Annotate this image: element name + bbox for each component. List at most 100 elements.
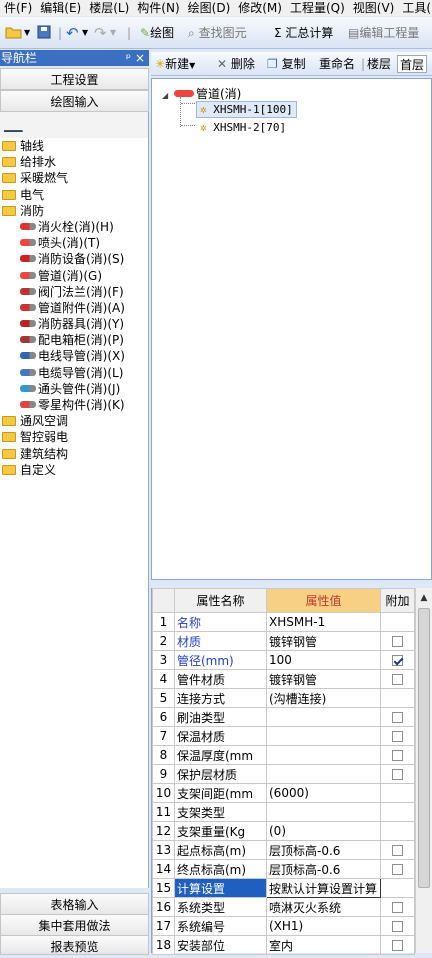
summary-calc-button[interactable]: Σ 汇总计算	[274, 24, 333, 42]
property-value[interactable]: (0)	[266, 821, 381, 841]
rename-component-button[interactable]: 重命名	[319, 55, 355, 73]
nav-tree-item[interactable]: 电缆导管(消)(L)	[0, 365, 148, 381]
table-input-button[interactable]: 表格输入	[0, 893, 149, 915]
nav-tree-item[interactable]: 管道附件(消)(A)	[0, 300, 148, 316]
checkbox[interactable]	[392, 712, 403, 723]
nav-category[interactable]: 电气	[0, 187, 148, 203]
checkbox[interactable]	[392, 750, 403, 761]
property-row[interactable]: 17 系统编号 (XH1)	[152, 916, 415, 936]
open-folder-icon[interactable]	[4, 24, 24, 42]
tree-item-selected[interactable]: ✲ XHSMH-1[100]	[196, 101, 297, 118]
tree-item[interactable]: ✲ XHSMH-2[70]	[196, 120, 290, 137]
nav-tree-item[interactable]: 通头管件(消)(J)	[0, 381, 148, 397]
nav-category[interactable]: 采暖燃气	[0, 170, 148, 186]
nav-category[interactable]: 给排水	[0, 154, 148, 170]
nav-category[interactable]: 智控弱电	[0, 429, 148, 445]
nav-category[interactable]: 消防	[0, 203, 148, 219]
undo-dropdown-icon[interactable]: ▼	[82, 24, 88, 42]
menu-item[interactable]: 件(F)	[0, 0, 36, 16]
menu-item[interactable]: 工程量(Q)	[286, 0, 349, 16]
checkbox[interactable]	[392, 636, 403, 647]
property-scrollbar[interactable]: ▲	[415, 588, 432, 953]
property-row[interactable]: 18 安装部位 室内	[152, 935, 415, 955]
property-value[interactable]: 镀锌钢管	[266, 669, 381, 689]
property-row[interactable]: 15 计算设置 按默认计算设置计算	[152, 878, 415, 898]
menu-item[interactable]: 修改(M)	[234, 0, 286, 16]
nav-tree-item[interactable]: 配电箱柜(消)(P)	[0, 332, 148, 348]
property-value[interactable]: 100	[266, 650, 381, 670]
dropdown-arrow-icon[interactable]: ▼	[24, 24, 30, 42]
property-value[interactable]: 层顶标高-0.6	[266, 859, 381, 879]
collapse-all-icon[interactable]: ▁▁	[4, 118, 22, 132]
nav-tree-item[interactable]: 电线导管(消)(X)	[0, 348, 148, 364]
property-row[interactable]: 3 管径(mm) 100	[152, 650, 415, 670]
checkbox[interactable]	[392, 845, 403, 856]
property-value[interactable]	[266, 726, 381, 746]
draw-button[interactable]: ✎绘图	[140, 24, 174, 42]
property-value[interactable]: 按默认计算设置计算	[266, 878, 381, 898]
property-value[interactable]: 层顶标高-0.6	[266, 840, 381, 860]
checkbox[interactable]	[392, 940, 403, 951]
undo-icon[interactable]: ↶	[66, 24, 79, 42]
property-value[interactable]: (XH1)	[266, 916, 381, 936]
redo-dropdown-icon[interactable]: ▼	[110, 24, 116, 42]
nav-tree-item[interactable]: 零星构件(消)(K)	[0, 397, 148, 413]
property-value[interactable]: XHSMH-1	[266, 612, 381, 632]
nav-category[interactable]: 轴线	[0, 138, 148, 154]
checkbox[interactable]	[392, 921, 403, 932]
property-value[interactable]: 室内	[266, 935, 381, 955]
property-row[interactable]: 16 系统类型 喷淋灭火系统	[152, 897, 415, 917]
property-value[interactable]: 镀锌钢管	[266, 631, 381, 651]
property-row[interactable]: 11 支架类型	[152, 802, 415, 822]
drawing-input-button[interactable]: 绘图输入	[0, 90, 149, 112]
menu-item[interactable]: 楼层(L)	[85, 0, 133, 16]
checkbox-checked[interactable]	[392, 655, 403, 666]
property-value[interactable]	[266, 764, 381, 784]
property-value[interactable]: 喷淋灭火系统	[266, 897, 381, 917]
property-row[interactable]: 9 保护层材质	[152, 764, 415, 784]
new-component-button[interactable]: ✳新建▼	[155, 55, 195, 73]
report-preview-button[interactable]: 报表预览	[0, 935, 149, 955]
property-value[interactable]: (6000)	[266, 783, 381, 803]
pin-icon[interactable]: ᵖ	[126, 50, 131, 66]
copy-component-button[interactable]: ❐ 复制	[267, 55, 306, 73]
property-row[interactable]: 6 刷油类型	[152, 707, 415, 727]
delete-component-button[interactable]: ✕ 删除	[217, 55, 255, 73]
property-row[interactable]: 14 终点标高(m) 层顶标高-0.6	[152, 859, 415, 879]
menu-item[interactable]: 绘图(D)	[184, 0, 235, 16]
nav-category[interactable]: 自定义	[0, 462, 148, 478]
property-row[interactable]: 13 起点标高(m) 层顶标高-0.6	[152, 840, 415, 860]
checkbox[interactable]	[392, 731, 403, 742]
property-value[interactable]	[266, 707, 381, 727]
project-settings-button[interactable]: 工程设置	[0, 68, 149, 90]
save-icon[interactable]	[36, 24, 52, 42]
nav-category[interactable]: 通风空调	[0, 413, 148, 429]
nav-tree-item[interactable]: 阀门法兰(消)(F)	[0, 284, 148, 300]
property-row[interactable]: 12 支架重量(Kg (0)	[152, 821, 415, 841]
property-row[interactable]: 10 支架间距(mm (6000)	[152, 783, 415, 803]
nav-tree-item[interactable]: 喷头(消)(T)	[0, 235, 148, 251]
property-row[interactable]: 4 管件材质 镀锌钢管	[152, 669, 415, 689]
close-icon[interactable]: ×	[135, 50, 145, 66]
nav-tree-item[interactable]: 消防器具(消)(Y)	[0, 316, 148, 332]
menu-item[interactable]: 视图(V)	[349, 0, 399, 16]
nav-tree-item[interactable]: 消防设备(消)(S)	[0, 251, 148, 267]
property-value[interactable]	[266, 745, 381, 765]
menu-item[interactable]: 构件(N)	[133, 0, 183, 16]
property-value[interactable]: (沟槽连接)	[266, 688, 381, 708]
find-element-button[interactable]: ⌕ 查找图元	[188, 24, 247, 42]
panel-splitter[interactable]	[151, 580, 432, 588]
property-row[interactable]: 5 连接方式 (沟槽连接)	[152, 688, 415, 708]
property-row[interactable]: 2 材质 镀锌钢管	[152, 631, 415, 651]
tree-root[interactable]: ◢ 管道(消)	[162, 85, 241, 102]
property-row[interactable]: 1 名称 XHSMH-1	[152, 612, 415, 632]
edit-quantity-button[interactable]: ▤编辑工程量	[348, 24, 419, 42]
batch-apply-method-button[interactable]: 集中套用做法	[0, 914, 149, 936]
nav-tree-item[interactable]: 管道(消)(G)	[0, 268, 148, 284]
redo-icon[interactable]: ↷	[94, 24, 107, 42]
property-row[interactable]: 7 保温材质	[152, 726, 415, 746]
checkbox[interactable]	[392, 674, 403, 685]
collapse-arrow-icon[interactable]: ◢	[162, 91, 168, 100]
scroll-up-icon[interactable]: ▲	[416, 590, 432, 606]
nav-tree-item[interactable]: 消火栓(消)(H)	[0, 219, 148, 235]
